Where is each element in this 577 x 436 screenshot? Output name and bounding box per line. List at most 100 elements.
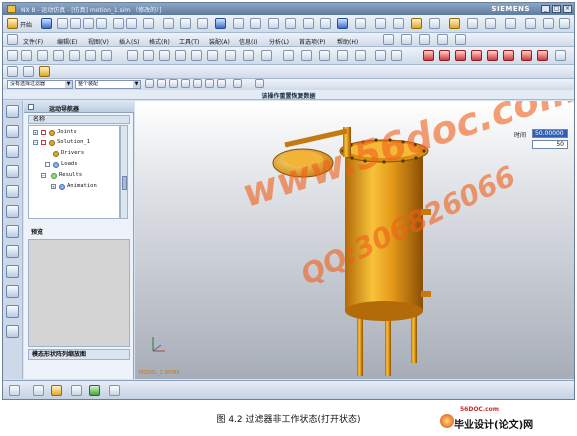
filter-reset-icon[interactable]: [145, 79, 154, 88]
analysis-icon[interactable]: [383, 34, 394, 45]
midpoint-icon[interactable]: [193, 79, 202, 88]
orient-icon[interactable]: [355, 18, 366, 29]
motion-icon[interactable]: [375, 18, 386, 29]
checkbox-icon[interactable]: [41, 140, 46, 145]
type-filter-select[interactable]: 没有选择过滤器: [7, 80, 73, 89]
hide-icon[interactable]: [109, 385, 120, 396]
previous-frame-icon[interactable]: [439, 50, 450, 61]
menu-assembly[interactable]: 装配(A): [209, 37, 230, 46]
undo-icon[interactable]: [113, 18, 124, 29]
maximize-button[interactable]: □: [552, 5, 561, 13]
settings-icon[interactable]: [559, 18, 570, 29]
menu-file[interactable]: 文件(F): [23, 37, 43, 46]
gear-icon[interactable]: [69, 50, 80, 61]
stop-icon[interactable]: [537, 50, 548, 61]
move-icon[interactable]: [33, 385, 44, 396]
spring-icon[interactable]: [401, 34, 412, 45]
menu-preferences[interactable]: 首选项(P): [299, 37, 325, 46]
system-materials-tab-icon[interactable]: [6, 225, 19, 238]
start-icon[interactable]: [7, 18, 18, 29]
assembly-navigator-tab-icon[interactable]: [6, 125, 19, 138]
start-button[interactable]: 开始: [20, 20, 32, 29]
tools-icon[interactable]: [505, 18, 516, 29]
component-icon[interactable]: [51, 385, 62, 396]
manufacturing-tab-icon[interactable]: [6, 325, 19, 338]
contact-icon[interactable]: [437, 34, 448, 45]
scroll-thumb[interactable]: [122, 176, 127, 190]
loop-icon[interactable]: [555, 50, 566, 61]
interference-icon[interactable]: [319, 50, 330, 61]
trace-icon[interactable]: [301, 50, 312, 61]
tree-scrollbar[interactable]: [120, 125, 128, 219]
menu-analysis[interactable]: 分析(L): [269, 37, 289, 46]
bushing-icon[interactable]: [175, 50, 186, 61]
copy-icon[interactable]: [70, 18, 81, 29]
chart-icon[interactable]: [485, 18, 496, 29]
menu-help[interactable]: 帮助(H): [337, 37, 358, 46]
arrange-icon[interactable]: [393, 18, 404, 29]
link-icon[interactable]: [7, 50, 18, 61]
scope-select[interactable]: 整个装配: [75, 80, 141, 89]
column-header-name[interactable]: 名称: [28, 115, 130, 124]
rewind-start-icon[interactable]: [423, 50, 434, 61]
part-navigator-tab-icon[interactable]: [6, 165, 19, 178]
star-icon[interactable]: [449, 18, 460, 29]
checkbox-icon[interactable]: [41, 130, 46, 135]
point-icon[interactable]: [207, 50, 218, 61]
history-tab-icon[interactable]: [6, 205, 19, 218]
layout-icon[interactable]: [23, 66, 34, 77]
torque-icon[interactable]: [143, 50, 154, 61]
constraint-navigator-tab-icon[interactable]: [6, 145, 19, 158]
save-icon[interactable]: [41, 18, 52, 29]
fit-view-icon[interactable]: [143, 18, 154, 29]
modal-shape-header[interactable]: 模态形状阵列缩放图: [28, 349, 130, 360]
delete-icon[interactable]: [96, 18, 107, 29]
menu-tools[interactable]: 工具(T): [179, 37, 199, 46]
section-icon[interactable]: [285, 18, 296, 29]
create-view-icon[interactable]: [9, 385, 20, 396]
rotate-icon[interactable]: [180, 18, 191, 29]
assembly-constraint-icon[interactable]: [89, 385, 100, 396]
drawing-icon[interactable]: [429, 18, 440, 29]
function-icon[interactable]: [37, 50, 48, 61]
process-studio-tab-icon[interactable]: [6, 305, 19, 318]
collapse-icon[interactable]: −: [33, 140, 38, 145]
cable-icon[interactable]: [101, 50, 112, 61]
step-field[interactable]: 50: [532, 140, 568, 149]
coupler-icon[interactable]: [53, 50, 64, 61]
damper-icon[interactable]: [419, 34, 430, 45]
menu-icon[interactable]: [7, 34, 18, 45]
forward-end-icon[interactable]: [503, 50, 514, 61]
reuse-library-tab-icon[interactable]: [6, 185, 19, 198]
export-icon[interactable]: [355, 50, 366, 61]
view-select-icon[interactable]: [255, 79, 264, 88]
center-icon[interactable]: [205, 79, 214, 88]
step-back-icon[interactable]: [375, 50, 386, 61]
select-all-icon[interactable]: [157, 79, 166, 88]
play-backward-icon[interactable]: [455, 50, 466, 61]
zoom-icon[interactable]: [163, 18, 174, 29]
display-icon[interactable]: [337, 18, 348, 29]
expand-icon[interactable]: +: [51, 184, 56, 189]
mate-icon[interactable]: [71, 385, 82, 396]
force-icon[interactable]: [127, 50, 138, 61]
redo-icon[interactable]: [126, 18, 137, 29]
motion-navigator-tab-icon[interactable]: [6, 105, 19, 118]
preview-header[interactable]: 预览: [28, 227, 130, 238]
wireframe-icon[interactable]: [233, 18, 244, 29]
snap-icon[interactable]: [303, 18, 314, 29]
menu-info[interactable]: 信息(I): [239, 37, 257, 46]
step-forward-icon[interactable]: [391, 50, 402, 61]
menu-insert[interactable]: 插入(S): [119, 37, 140, 46]
shaded-view-icon[interactable]: [215, 18, 226, 29]
customize-icon[interactable]: [543, 18, 554, 29]
play-icon[interactable]: [471, 50, 482, 61]
constraint-icon[interactable]: [191, 50, 202, 61]
paste-icon[interactable]: [83, 18, 94, 29]
marker-icon[interactable]: [455, 34, 466, 45]
expand-icon[interactable]: +: [33, 130, 38, 135]
menu-edit[interactable]: 编辑(E): [57, 37, 77, 46]
solve-icon[interactable]: [261, 50, 272, 61]
minimize-button[interactable]: _: [541, 5, 550, 13]
pin-icon[interactable]: [28, 104, 34, 110]
